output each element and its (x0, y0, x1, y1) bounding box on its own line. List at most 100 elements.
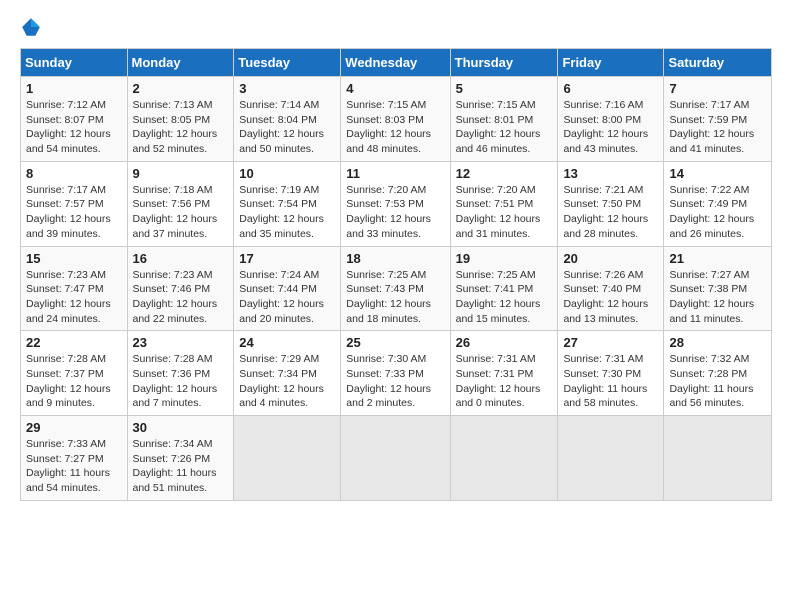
logo (20, 16, 46, 38)
day-number: 20 (563, 251, 658, 266)
calendar-header-saturday: Saturday (664, 49, 772, 77)
day-info: Sunrise: 7:31 AMSunset: 7:30 PMDaylight:… (563, 352, 658, 411)
calendar-cell: 4 Sunrise: 7:15 AMSunset: 8:03 PMDaylight… (341, 77, 450, 162)
day-info: Sunrise: 7:21 AMSunset: 7:50 PMDaylight:… (563, 183, 658, 242)
day-number: 2 (133, 81, 229, 96)
day-number: 25 (346, 335, 444, 350)
calendar-header-tuesday: Tuesday (234, 49, 341, 77)
day-info: Sunrise: 7:33 AMSunset: 7:27 PMDaylight:… (26, 437, 122, 496)
day-info: Sunrise: 7:28 AMSunset: 7:36 PMDaylight:… (133, 352, 229, 411)
day-number: 18 (346, 251, 444, 266)
day-number: 11 (346, 166, 444, 181)
calendar-cell: 20Sunrise: 7:26 AMSunset: 7:40 PMDayligh… (558, 246, 664, 331)
calendar-week-3: 15 Sunrise: 7:23 AMSunset: 7:47 PMDayligh… (21, 246, 772, 331)
calendar-cell: 28 Sunrise: 7:32 AMSunset: 7:28 PMDayligh… (664, 331, 772, 416)
calendar-cell (341, 416, 450, 501)
day-number: 8 (26, 166, 122, 181)
page: SundayMondayTuesdayWednesdayThursdayFrid… (0, 0, 792, 511)
calendar-cell: 23 Sunrise: 7:28 AMSunset: 7:36 PMDayligh… (127, 331, 234, 416)
day-number: 30 (133, 420, 229, 435)
day-number: 23 (133, 335, 229, 350)
day-number: 9 (133, 166, 229, 181)
calendar-header-friday: Friday (558, 49, 664, 77)
calendar-cell: 9 Sunrise: 7:18 AMSunset: 7:56 PMDaylight… (127, 161, 234, 246)
day-number: 1 (26, 81, 122, 96)
day-info: Sunrise: 7:13 AMSunset: 8:05 PMDaylight:… (133, 98, 229, 157)
calendar-cell: 17 Sunrise: 7:24 AMSunset: 7:44 PMDayligh… (234, 246, 341, 331)
day-number: 12 (456, 166, 553, 181)
day-info: Sunrise: 7:28 AMSunset: 7:37 PMDaylight:… (26, 352, 122, 411)
calendar-cell: 14 Sunrise: 7:22 AMSunset: 7:49 PMDayligh… (664, 161, 772, 246)
day-info: Sunrise: 7:22 AMSunset: 7:49 PMDaylight:… (669, 183, 766, 242)
calendar-cell: 3 Sunrise: 7:14 AMSunset: 8:04 PMDaylight… (234, 77, 341, 162)
calendar-header-wednesday: Wednesday (341, 49, 450, 77)
day-number: 4 (346, 81, 444, 96)
calendar-week-4: 22 Sunrise: 7:28 AMSunset: 7:37 PMDayligh… (21, 331, 772, 416)
day-info: Sunrise: 7:17 AMSunset: 7:57 PMDaylight:… (26, 183, 122, 242)
calendar-cell (664, 416, 772, 501)
day-info: Sunrise: 7:20 AMSunset: 7:53 PMDaylight:… (346, 183, 444, 242)
day-number: 19 (456, 251, 553, 266)
day-info: Sunrise: 7:14 AMSunset: 8:04 PMDaylight:… (239, 98, 335, 157)
calendar-cell: 26 Sunrise: 7:31 AMSunset: 7:31 PMDayligh… (450, 331, 558, 416)
day-info: Sunrise: 7:25 AMSunset: 7:43 PMDaylight:… (346, 268, 444, 327)
day-number: 7 (669, 81, 766, 96)
day-number: 13 (563, 166, 658, 181)
calendar-header-monday: Monday (127, 49, 234, 77)
calendar-cell: 2 Sunrise: 7:13 AMSunset: 8:05 PMDaylight… (127, 77, 234, 162)
header (20, 16, 772, 38)
calendar-cell: 7 Sunrise: 7:17 AMSunset: 7:59 PMDaylight… (664, 77, 772, 162)
day-info: Sunrise: 7:19 AMSunset: 7:54 PMDaylight:… (239, 183, 335, 242)
day-number: 10 (239, 166, 335, 181)
day-info: Sunrise: 7:34 AMSunset: 7:26 PMDaylight:… (133, 437, 229, 496)
calendar-cell: 18 Sunrise: 7:25 AMSunset: 7:43 PMDayligh… (341, 246, 450, 331)
calendar-cell: 13 Sunrise: 7:21 AMSunset: 7:50 PMDayligh… (558, 161, 664, 246)
day-number: 14 (669, 166, 766, 181)
calendar: SundayMondayTuesdayWednesdayThursdayFrid… (20, 48, 772, 501)
calendar-cell: 25Sunrise: 7:30 AMSunset: 7:33 PMDayligh… (341, 331, 450, 416)
calendar-cell: 12Sunrise: 7:20 AMSunset: 7:51 PMDayligh… (450, 161, 558, 246)
calendar-cell (558, 416, 664, 501)
day-number: 17 (239, 251, 335, 266)
calendar-cell: 8 Sunrise: 7:17 AMSunset: 7:57 PMDaylight… (21, 161, 128, 246)
day-number: 24 (239, 335, 335, 350)
day-number: 15 (26, 251, 122, 266)
calendar-cell (234, 416, 341, 501)
day-number: 3 (239, 81, 335, 96)
day-number: 27 (563, 335, 658, 350)
day-info: Sunrise: 7:32 AMSunset: 7:28 PMDaylight:… (669, 352, 766, 411)
day-number: 21 (669, 251, 766, 266)
day-info: Sunrise: 7:15 AMSunset: 8:01 PMDaylight:… (456, 98, 553, 157)
calendar-cell: 16Sunrise: 7:23 AMSunset: 7:46 PMDayligh… (127, 246, 234, 331)
day-number: 6 (563, 81, 658, 96)
day-info: Sunrise: 7:24 AMSunset: 7:44 PMDaylight:… (239, 268, 335, 327)
day-info: Sunrise: 7:25 AMSunset: 7:41 PMDaylight:… (456, 268, 553, 327)
day-info: Sunrise: 7:29 AMSunset: 7:34 PMDaylight:… (239, 352, 335, 411)
logo-icon (20, 16, 42, 38)
calendar-cell: 29 Sunrise: 7:33 AMSunset: 7:27 PMDayligh… (21, 416, 128, 501)
day-number: 26 (456, 335, 553, 350)
calendar-week-2: 8 Sunrise: 7:17 AMSunset: 7:57 PMDaylight… (21, 161, 772, 246)
calendar-cell: 10 Sunrise: 7:19 AMSunset: 7:54 PMDayligh… (234, 161, 341, 246)
calendar-cell: 5 Sunrise: 7:15 AMSunset: 8:01 PMDaylight… (450, 77, 558, 162)
calendar-header-row: SundayMondayTuesdayWednesdayThursdayFrid… (21, 49, 772, 77)
calendar-cell (450, 416, 558, 501)
day-info: Sunrise: 7:12 AMSunset: 8:07 PMDaylight:… (26, 98, 122, 157)
day-info: Sunrise: 7:18 AMSunset: 7:56 PMDaylight:… (133, 183, 229, 242)
day-info: Sunrise: 7:31 AMSunset: 7:31 PMDaylight:… (456, 352, 553, 411)
calendar-week-5: 29 Sunrise: 7:33 AMSunset: 7:27 PMDayligh… (21, 416, 772, 501)
day-info: Sunrise: 7:23 AMSunset: 7:47 PMDaylight:… (26, 268, 122, 327)
day-info: Sunrise: 7:15 AMSunset: 8:03 PMDaylight:… (346, 98, 444, 157)
day-number: 5 (456, 81, 553, 96)
day-number: 28 (669, 335, 766, 350)
calendar-cell: 21Sunrise: 7:27 AMSunset: 7:38 PMDayligh… (664, 246, 772, 331)
day-number: 29 (26, 420, 122, 435)
calendar-cell: 15 Sunrise: 7:23 AMSunset: 7:47 PMDayligh… (21, 246, 128, 331)
day-number: 22 (26, 335, 122, 350)
calendar-week-1: 1 Sunrise: 7:12 AMSunset: 8:07 PMDaylight… (21, 77, 772, 162)
calendar-header-thursday: Thursday (450, 49, 558, 77)
day-info: Sunrise: 7:23 AMSunset: 7:46 PMDaylight:… (133, 268, 229, 327)
day-info: Sunrise: 7:16 AMSunset: 8:00 PMDaylight:… (563, 98, 658, 157)
day-info: Sunrise: 7:17 AMSunset: 7:59 PMDaylight:… (669, 98, 766, 157)
calendar-header-sunday: Sunday (21, 49, 128, 77)
